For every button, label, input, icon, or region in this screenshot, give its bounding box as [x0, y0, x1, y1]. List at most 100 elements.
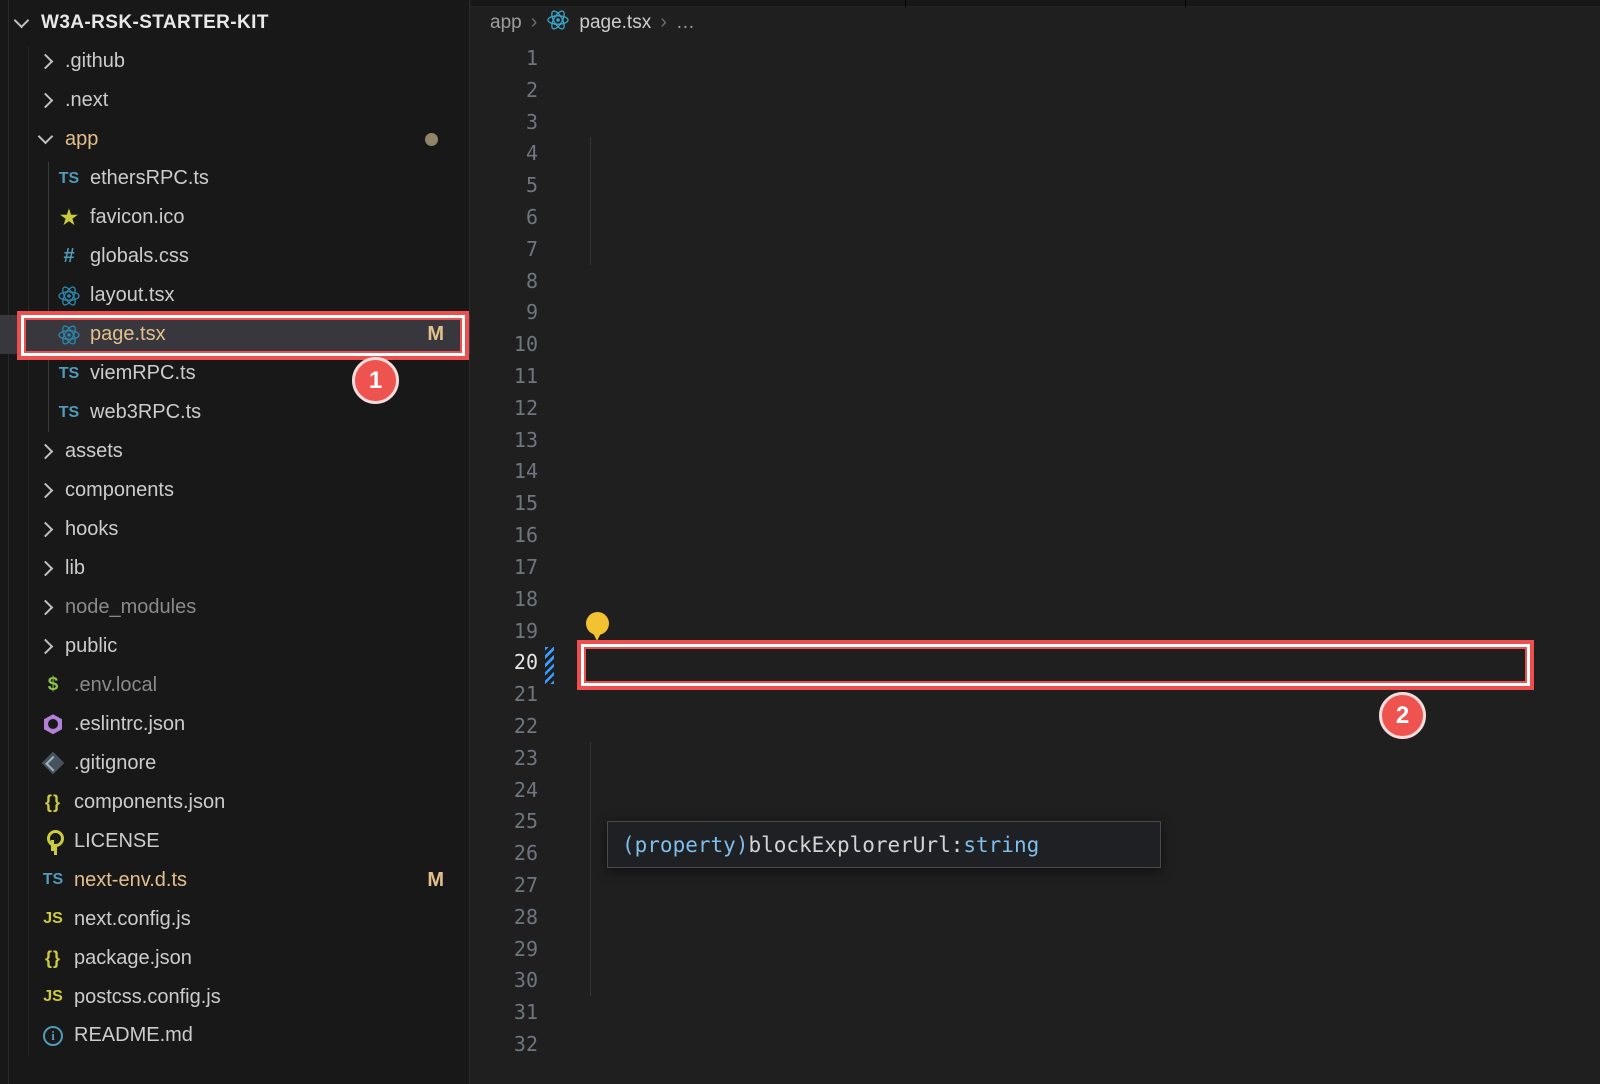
code-line-4[interactable]: 4: [471, 137, 1600, 169]
tree-item-layout.tsx[interactable]: layout.tsx: [0, 276, 470, 315]
code-line-5[interactable]: 5: [471, 169, 1600, 201]
code-line-11[interactable]: 11: [471, 360, 1600, 392]
tree-item-next.config.js[interactable]: JSnext.config.js: [0, 900, 470, 939]
line-number[interactable]: 25: [471, 809, 584, 833]
line-number[interactable]: 8: [471, 269, 584, 293]
breadcrumb-folder[interactable]: app: [490, 12, 522, 34]
code-line-12[interactable]: 12: [471, 392, 1600, 424]
tree-item-next-env.d.ts[interactable]: TSnext-env.d.tsM: [0, 861, 470, 900]
code-line-1[interactable]: 1: [471, 42, 1600, 74]
line-number[interactable]: 7: [471, 237, 584, 261]
tree-item-components.json[interactable]: {}components.json: [0, 783, 470, 822]
tree-item-components[interactable]: components: [0, 471, 470, 510]
code-line-20[interactable]: 20: [471, 646, 1600, 678]
code-line-15[interactable]: 15: [471, 487, 1600, 519]
tree-item-license[interactable]: LICENSE: [0, 822, 470, 861]
tree-item-web3rpc.ts[interactable]: TSweb3RPC.ts: [0, 393, 470, 432]
code-line-30[interactable]: 30: [471, 965, 1600, 997]
line-number[interactable]: 5: [471, 173, 584, 197]
tree-item-hooks[interactable]: hooks: [0, 510, 470, 549]
line-number[interactable]: 28: [471, 905, 584, 929]
line-number[interactable]: 10: [471, 332, 584, 356]
tree-item-package.json[interactable]: {}package.json: [0, 939, 470, 978]
git-modified-badge: M: [427, 869, 444, 892]
tree-item-w3a-rsk-starter-kit[interactable]: W3A-RSK-STARTER-KIT: [0, 4, 470, 43]
line-number[interactable]: 9: [471, 300, 584, 324]
breadcrumb[interactable]: app › page.tsx › …: [490, 8, 695, 38]
code-line-24[interactable]: 24: [471, 774, 1600, 806]
code-line-13[interactable]: 13: [471, 424, 1600, 456]
tree-item-postcss.config.js[interactable]: JSpostcss.config.js: [0, 978, 470, 1017]
breadcrumb-file[interactable]: page.tsx: [579, 12, 651, 34]
line-number[interactable]: 14: [471, 459, 584, 483]
line-number[interactable]: 4: [471, 141, 584, 165]
code-line-2[interactable]: 2: [471, 74, 1600, 106]
line-number[interactable]: 6: [471, 205, 584, 229]
code-line-32[interactable]: 32: [471, 1028, 1600, 1060]
tree-item-assets[interactable]: assets: [0, 432, 470, 471]
file-label: favicon.ico: [90, 206, 185, 229]
tree-item-.github[interactable]: .github: [0, 42, 470, 81]
line-number[interactable]: 11: [471, 364, 584, 388]
code-line-17[interactable]: 17: [471, 551, 1600, 583]
line-number[interactable]: 12: [471, 396, 584, 420]
line-number[interactable]: 18: [471, 587, 584, 611]
code-line-27[interactable]: 27: [471, 869, 1600, 901]
tree-item-.env.local[interactable]: $.env.local: [0, 666, 470, 705]
line-number[interactable]: 24: [471, 778, 584, 802]
line-number[interactable]: 27: [471, 873, 584, 897]
tree-item-lib[interactable]: lib: [0, 549, 470, 588]
line-number[interactable]: 17: [471, 555, 584, 579]
line-number[interactable]: 23: [471, 746, 584, 770]
code-line-3[interactable]: 3: [471, 106, 1600, 138]
code-line-6[interactable]: 6: [471, 201, 1600, 233]
tree-item-.gitignore[interactable]: .gitignore: [0, 744, 470, 783]
code-line-19[interactable]: 19: [471, 615, 1600, 647]
tree-item-page.tsx[interactable]: page.tsxM: [0, 315, 470, 354]
tree-item-app[interactable]: app: [0, 120, 470, 159]
tree-item-favicon.ico[interactable]: ★favicon.ico: [0, 198, 470, 237]
line-number[interactable]: 22: [471, 714, 584, 738]
line-number[interactable]: 32: [471, 1032, 584, 1056]
tree-item-ethersrpc.ts[interactable]: TSethersRPC.ts: [0, 159, 470, 198]
line-number[interactable]: 21: [471, 682, 584, 706]
tab-divider: [1185, 0, 1186, 7]
line-number[interactable]: 20: [471, 650, 584, 674]
code-line-18[interactable]: 18: [471, 583, 1600, 615]
tree-item-node-modules[interactable]: node_modules: [0, 588, 470, 627]
line-number[interactable]: 15: [471, 491, 584, 515]
line-number[interactable]: 2: [471, 78, 584, 102]
breadcrumb-more[interactable]: …: [676, 12, 695, 34]
code-line-16[interactable]: 16: [471, 519, 1600, 551]
code-line-7[interactable]: 7: [471, 233, 1600, 265]
code-line-14[interactable]: 14: [471, 456, 1600, 488]
tree-item-readme.md[interactable]: iREADME.md: [0, 1016, 470, 1055]
tree-item-globals.css[interactable]: #globals.css: [0, 237, 470, 276]
code-line-8[interactable]: 8: [471, 265, 1600, 297]
code-line-28[interactable]: 28: [471, 901, 1600, 933]
code-line-29[interactable]: 29: [471, 933, 1600, 965]
tree-item-public[interactable]: public: [0, 627, 470, 666]
line-number[interactable]: 29: [471, 937, 584, 961]
hover-tooltip: (property) blockExplorerUrl: string: [607, 821, 1161, 868]
code-line-21[interactable]: 21: [471, 678, 1600, 710]
code-line-22[interactable]: 22: [471, 710, 1600, 742]
code-line-9[interactable]: 9: [471, 297, 1600, 329]
line-number[interactable]: 31: [471, 1000, 584, 1024]
line-number[interactable]: 26: [471, 841, 584, 865]
code-area[interactable]: 1234567891011121314151617181920212223242…: [471, 42, 1600, 1060]
tree-item-.eslintrc.json[interactable]: .eslintrc.json: [0, 705, 470, 744]
code-line-31[interactable]: 31: [471, 996, 1600, 1028]
indent-guide: [590, 742, 591, 774]
line-number[interactable]: 3: [471, 110, 584, 134]
line-number[interactable]: 16: [471, 523, 584, 547]
code-line-23[interactable]: 23: [471, 742, 1600, 774]
line-number[interactable]: 19: [471, 619, 584, 643]
code-line-10[interactable]: 10: [471, 328, 1600, 360]
tree-item-viemrpc.ts[interactable]: TSviemRPC.ts: [0, 354, 470, 393]
line-number[interactable]: 13: [471, 428, 584, 452]
chevron-right-icon: ›: [531, 11, 538, 34]
line-number[interactable]: 1: [471, 46, 584, 70]
tree-item-.next[interactable]: .next: [0, 81, 470, 120]
line-number[interactable]: 30: [471, 968, 584, 992]
